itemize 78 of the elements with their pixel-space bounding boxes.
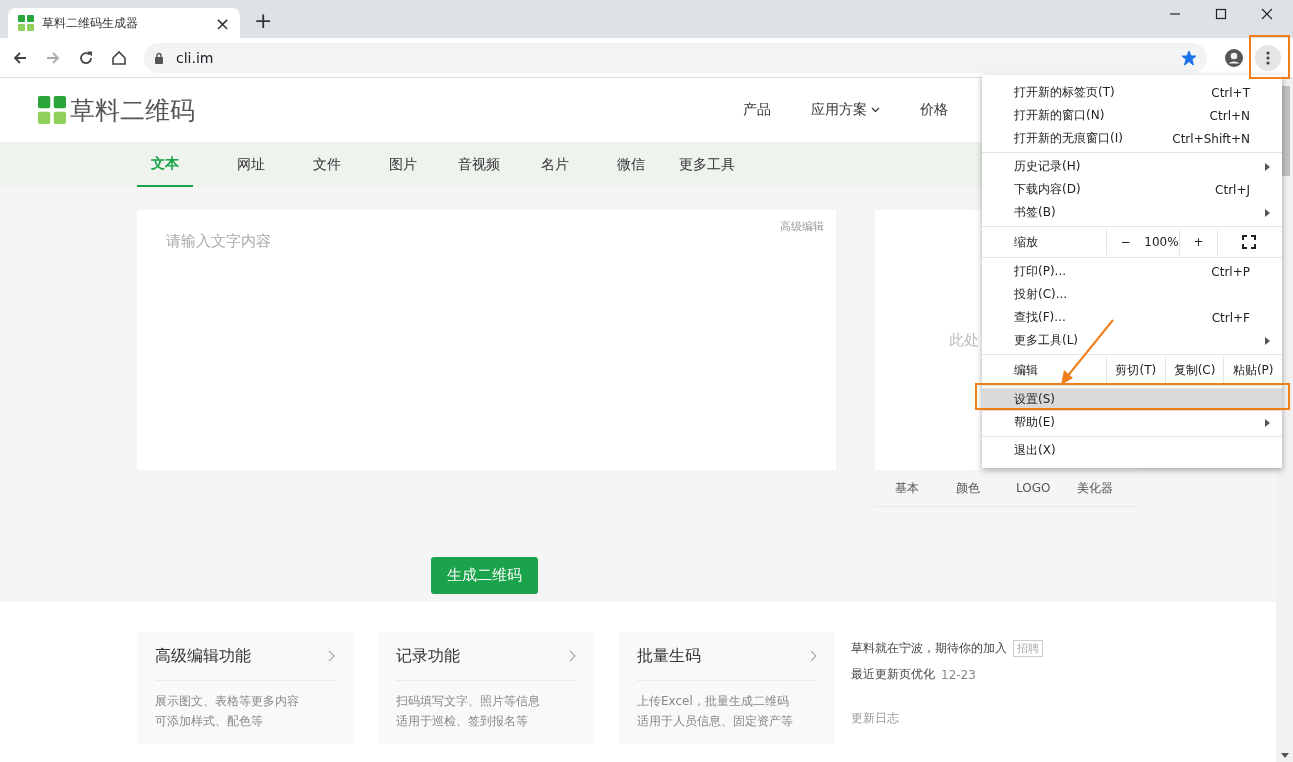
menu-item[interactable]: 打开新的窗口(N) Ctrl+N (982, 104, 1282, 127)
menu-button[interactable] (1255, 44, 1281, 71)
type-tab[interactable]: 文件 (289, 142, 365, 187)
edit-action-button[interactable]: 复制(C) (1164, 357, 1224, 383)
close-tab-button[interactable]: × (214, 12, 230, 34)
edit-action-button[interactable]: 剪切(T) (1106, 357, 1165, 383)
logo-icon (18, 15, 34, 31)
placeholder-text: 请输入文字内容 (166, 232, 271, 251)
maximize-icon[interactable] (1215, 8, 1227, 20)
recruit-tag: 招聘 (1013, 640, 1043, 657)
fullscreen-icon[interactable] (1242, 235, 1256, 249)
star-icon[interactable] (1181, 49, 1197, 66)
url-text: cli.im (176, 49, 214, 66)
nav-link[interactable]: 价格 (920, 101, 948, 119)
chevron-icon (569, 650, 576, 662)
menu-item[interactable]: 打印(P)... Ctrl+P (982, 260, 1282, 283)
edit-action-button[interactable]: 粘贴(P) (1223, 357, 1282, 383)
scroll-down-icon[interactable] (1281, 753, 1289, 758)
style-tab[interactable]: 美化器 (1076, 479, 1137, 497)
menu-item[interactable]: 帮助(E) (982, 411, 1282, 434)
feature-card[interactable]: 记录功能 扫码填写文字、照片等信息 适用于巡检、签到报名等 (378, 632, 594, 744)
feature-card[interactable]: 高级编辑功能 展示图文、表格等更多内容 可添加样式、配色等 (137, 632, 353, 744)
preview-hint: 此处 (949, 330, 979, 350)
tab-title: 草料二维码生成器 (42, 14, 139, 32)
zoom-out-button[interactable]: − (1106, 229, 1144, 255)
nav-link[interactable]: 应用方案 (811, 101, 880, 119)
style-tab[interactable]: 基本 (895, 479, 956, 497)
menu-item[interactable]: 书签(B) (982, 201, 1282, 224)
nav-link[interactable]: 产品 (743, 101, 771, 119)
feature-title: 记录功能 (396, 645, 460, 667)
feature-card[interactable]: 批量生码 上传Excel，批量生成二维码 适用于人员信息、固定资产等 (619, 632, 835, 744)
back-icon[interactable] (12, 49, 28, 66)
lock-icon (154, 51, 164, 64)
type-tab[interactable]: 图片 (365, 142, 441, 187)
menu-item[interactable]: 打开新的无痕窗口(I) Ctrl+Shift+N (982, 127, 1282, 150)
feature-description: 上传Excel，批量生成二维码 (637, 693, 790, 710)
highlight-frame (1249, 35, 1290, 79)
menu-item[interactable]: 更多工具(L) (982, 329, 1282, 352)
logo-icon (38, 96, 66, 124)
reload-icon[interactable] (78, 49, 94, 66)
type-tab[interactable]: 更多工具 (669, 142, 745, 187)
news-text[interactable]: 最近更新页优化 (851, 666, 935, 683)
type-tab[interactable]: 微信 (593, 142, 669, 187)
chevron-icon (810, 650, 817, 662)
news-date: 12-23 (941, 667, 976, 682)
account-icon[interactable] (1224, 47, 1244, 68)
menu-label: 缩放 (1013, 233, 1039, 251)
type-tab[interactable]: 网址 (213, 142, 289, 187)
menu-item[interactable]: 历史记录(H) (982, 155, 1282, 178)
feature-description: 适用于巡检、签到报名等 (396, 713, 529, 730)
feature-description: 展示图文、表格等更多内容 (155, 693, 300, 710)
browser-tab[interactable]: 草料二维码生成器 × (8, 8, 240, 38)
news-text[interactable]: 草料就在宁波，期待你的加入 (851, 640, 1007, 657)
menu-item[interactable]: 打开新的标签页(T) Ctrl+T (982, 81, 1282, 104)
menu-icon (1266, 50, 1270, 65)
type-tab[interactable]: 音视频 (441, 142, 517, 187)
menu-item[interactable]: 退出(X) (982, 439, 1282, 462)
menu-item[interactable]: 投射(C)... (982, 283, 1282, 306)
feature-description: 扫码填写文字、照片等信息 (396, 693, 541, 710)
feature-title: 批量生码 (637, 645, 701, 667)
menu-item[interactable]: 设置(S) (982, 388, 1282, 411)
menu-label: 编辑 (1013, 361, 1039, 379)
type-tab[interactable]: 名片 (517, 142, 593, 187)
home-icon[interactable] (111, 49, 127, 66)
zoom-in-button[interactable]: + (1179, 229, 1217, 255)
menu-item[interactable]: 查找(F)... Ctrl+F (982, 306, 1282, 329)
feature-description: 可添加样式、配色等 (155, 713, 264, 730)
zoom-level: 100% (1144, 235, 1179, 249)
chevron-icon (328, 650, 335, 662)
site-logo[interactable]: 草料二维码 (70, 93, 195, 127)
feature-description: 适用于人员信息、固定资产等 (637, 713, 794, 730)
menu-item[interactable]: 下载内容(D) Ctrl+J (982, 178, 1282, 201)
new-tab-button[interactable]: + (254, 8, 273, 33)
style-tab[interactable]: 颜色 (955, 479, 1016, 497)
close-icon[interactable] (1261, 8, 1273, 20)
address-bar[interactable]: cli.im (144, 42, 1207, 73)
feature-title: 高级编辑功能 (155, 645, 251, 667)
style-tab[interactable]: LOGO (1016, 481, 1077, 495)
